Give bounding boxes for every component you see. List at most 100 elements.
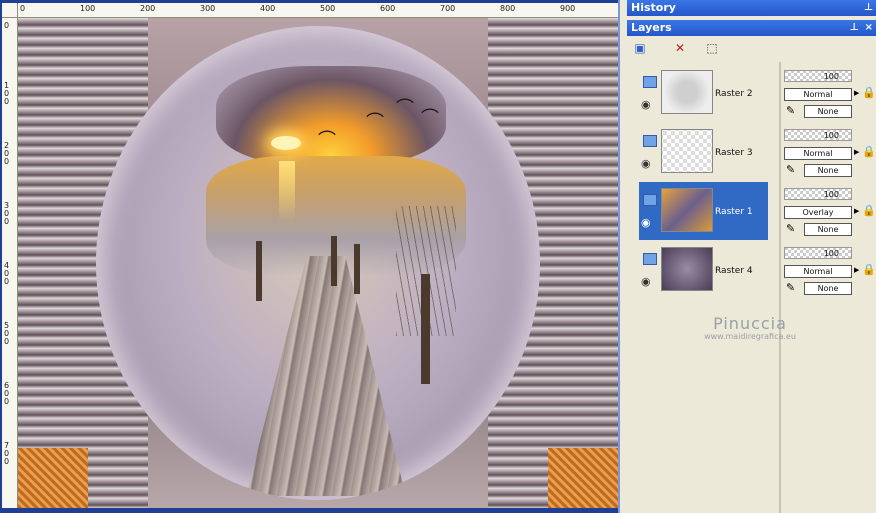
ruler-left-tick: 5 0 0 [4, 321, 10, 346]
lock-icon[interactable]: 🔒 [862, 204, 876, 217]
sun [271, 136, 301, 150]
bird-icon: ⌒ [366, 112, 384, 133]
eye-icon[interactable]: ◉ [641, 275, 651, 288]
eye-icon[interactable]: ◉ [641, 157, 651, 170]
sunset-circle: ⌒ ⌒ ⌒ ⌒ [96, 26, 540, 500]
ruler-top-tick: 800 [500, 4, 516, 13]
layer-list: ◉ Raster 2 ◉ Raster 3 ◉ Raster 1 ◉ Raste… [627, 62, 771, 513]
raster-layer-icon [643, 253, 657, 265]
new-layer-icon[interactable]: ▣ [631, 40, 649, 56]
blend-mode-select[interactable]: Normal [784, 88, 852, 101]
raster-layer-icon [643, 194, 657, 206]
bird-icon: ⌒ [396, 98, 414, 119]
brush-icon: ✎ [786, 104, 796, 117]
close-icon[interactable]: × [865, 22, 873, 33]
sun-reflection [279, 161, 295, 221]
layer-thumbnail [661, 70, 713, 114]
layer-props-raster-4: 100 Normal ▶ 🔒 ✎ None [784, 241, 876, 299]
ruler-left-tick: 6 0 0 [4, 381, 10, 406]
watermark-name: Pinuccia [713, 314, 787, 333]
ruler-top: 0 100 200 300 400 500 600 700 800 900 [18, 3, 618, 18]
mask-select[interactable]: None [804, 223, 852, 236]
eye-icon[interactable]: ◉ [641, 216, 651, 229]
ruler-left-tick: 1 0 0 [4, 81, 10, 106]
brush-icon: ✎ [786, 163, 796, 176]
layer-row-raster-4[interactable]: ◉ Raster 4 [639, 241, 768, 299]
pier-post [331, 236, 337, 286]
blend-mode-select[interactable]: Normal [784, 147, 852, 160]
blend-arrow-icon[interactable]: ▶ [854, 266, 862, 277]
blend-arrow-icon[interactable]: ▶ [854, 148, 862, 159]
layer-row-raster-2[interactable]: ◉ Raster 2 [639, 64, 768, 122]
layer-name: Raster 3 [715, 148, 753, 158]
ruler-left-tick: 2 0 0 [4, 141, 10, 166]
ruler-top-tick: 600 [380, 4, 396, 13]
canvas-image[interactable]: ⌒ ⌒ ⌒ ⌒ [18, 18, 618, 508]
raster-layer-icon [643, 76, 657, 88]
pier-post [256, 241, 262, 301]
corner-texture [18, 448, 88, 508]
blend-arrow-icon[interactable]: ▶ [854, 89, 862, 100]
opacity-slider[interactable]: 100 [784, 70, 852, 82]
layers-title: Layers [631, 21, 672, 34]
layer-props-raster-2: 100 Normal ▶ 🔒 ✎ None [784, 64, 876, 122]
ruler-top-tick: 200 [140, 4, 156, 13]
layer-props-raster-3: 100 Normal ▶ 🔒 ✎ None [784, 123, 876, 181]
lock-icon[interactable]: 🔒 [862, 145, 876, 158]
layer-name: Raster 2 [715, 89, 753, 99]
select-icon[interactable]: ⬚ [703, 40, 721, 56]
ruler-left-tick: 3 0 0 [4, 201, 10, 226]
layer-thumbnail [661, 129, 713, 173]
delete-layer-icon[interactable]: ✕ [671, 40, 689, 56]
bird-icon: ⌒ [421, 108, 439, 129]
watermark-url: www.maidiregrafica.eu [704, 332, 796, 341]
pin-icon[interactable]: ⊥ [849, 22, 858, 33]
ruler-left-tick: 0 [4, 21, 10, 30]
layer-name: Raster 1 [715, 207, 753, 217]
bird-icon: ⌒ [318, 130, 336, 151]
ruler-top-tick: 900 [560, 4, 576, 13]
app-window: 0 100 200 300 400 500 600 700 800 900 0 … [0, 0, 876, 513]
ruler-top-tick: 0 [20, 4, 26, 13]
ruler-top-tick: 100 [80, 4, 96, 13]
corner-texture [548, 448, 618, 508]
pier-post [354, 244, 360, 294]
wooden-pier [246, 256, 406, 496]
mask-select[interactable]: None [804, 164, 852, 177]
pin-icon[interactable]: ⊥ [864, 2, 873, 13]
layer-properties: 100 Normal ▶ 🔒 ✎ None 100 Normal ▶ 🔒 ✎ N… [779, 62, 876, 513]
reeds [396, 206, 456, 336]
ruler-left-tick: 7 0 0 [4, 441, 10, 466]
history-titlebar[interactable]: History ⊥ [627, 0, 876, 16]
layer-props-raster-1: 100 Overlay ▶ 🔒 ✎ None [784, 182, 876, 240]
layer-row-raster-1[interactable]: ◉ Raster 1 [639, 182, 768, 240]
canvas-area: 0 100 200 300 400 500 600 700 800 900 0 … [0, 0, 620, 513]
blend-mode-select[interactable]: Overlay [784, 206, 852, 219]
eye-icon[interactable]: ◉ [641, 98, 651, 111]
layers-toolbar: ▣ ✕ ⬚ [627, 37, 876, 59]
history-title: History [631, 1, 676, 14]
ruler-top-tick: 400 [260, 4, 276, 13]
layers-titlebar[interactable]: Layers ⊥ × [627, 20, 876, 36]
lock-icon[interactable]: 🔒 [862, 86, 876, 99]
watermark: Pinuccia www.maidiregrafica.eu [680, 314, 820, 341]
blend-arrow-icon[interactable]: ▶ [854, 207, 862, 218]
opacity-slider[interactable]: 100 [784, 129, 852, 141]
raster-layer-icon [643, 135, 657, 147]
blend-mode-select[interactable]: Normal [784, 265, 852, 278]
brush-icon: ✎ [786, 281, 796, 294]
opacity-slider[interactable]: 100 [784, 247, 852, 259]
ruler-left-tick: 4 0 0 [4, 261, 10, 286]
brush-icon: ✎ [786, 222, 796, 235]
ruler-corner [2, 3, 18, 18]
layer-row-raster-3[interactable]: ◉ Raster 3 [639, 123, 768, 181]
opacity-slider[interactable]: 100 [784, 188, 852, 200]
layer-thumbnail [661, 247, 713, 291]
ruler-left: 0 1 0 0 2 0 0 3 0 0 4 0 0 5 0 0 6 0 0 7 … [2, 18, 18, 508]
ruler-top-tick: 300 [200, 4, 216, 13]
mask-select[interactable]: None [804, 282, 852, 295]
mask-select[interactable]: None [804, 105, 852, 118]
layer-name: Raster 4 [715, 266, 753, 276]
ruler-top-tick: 500 [320, 4, 336, 13]
lock-icon[interactable]: 🔒 [862, 263, 876, 276]
